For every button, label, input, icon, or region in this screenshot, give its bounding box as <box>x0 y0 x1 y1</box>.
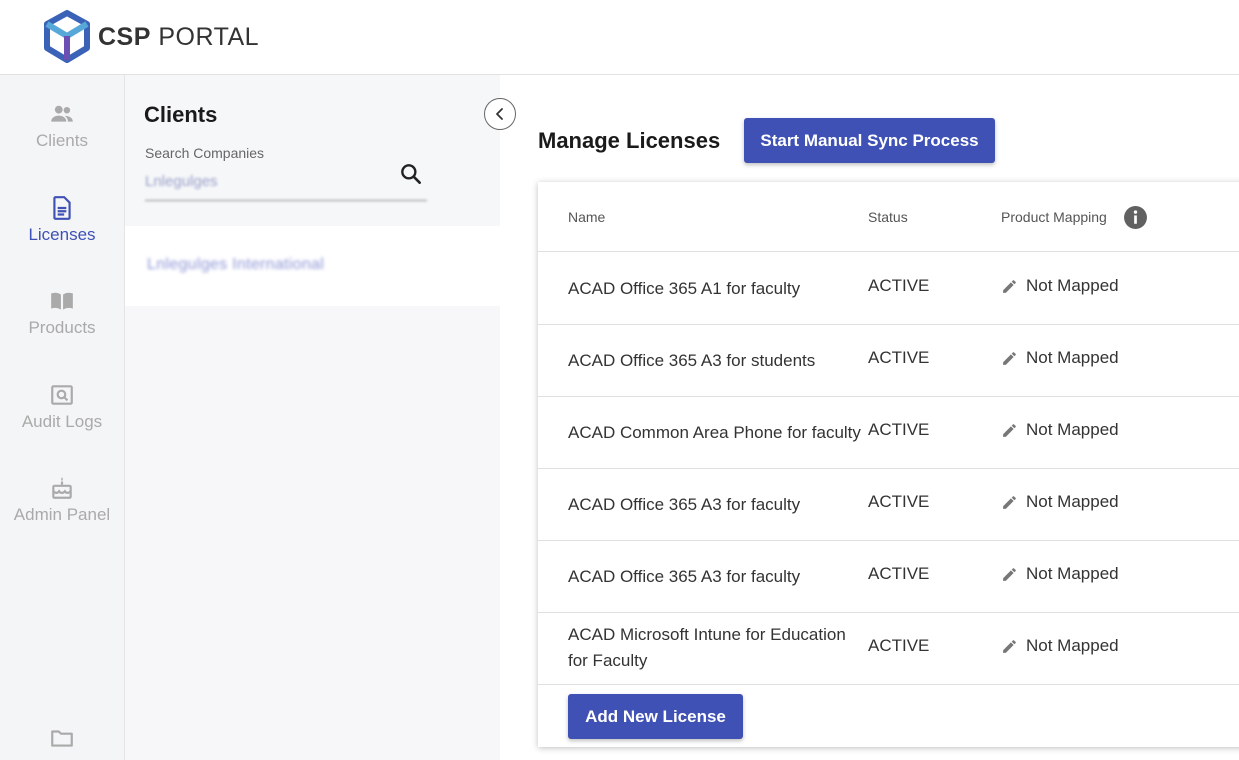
logo[interactable]: CSP PORTAL <box>42 10 259 64</box>
pencil-icon[interactable] <box>1001 422 1018 439</box>
nav-item-admin-panel[interactable]: Admin Panel <box>0 475 124 525</box>
top-bar: CSP PORTAL <box>0 0 1239 75</box>
license-name: ACAD Office 365 A3 for faculty <box>568 495 801 514</box>
clients-header: Clients Search Companies <box>125 75 500 225</box>
mapping-label: Not Mapped <box>1026 276 1119 295</box>
mapping-label: Not Mapped <box>1026 636 1119 655</box>
page-title: Manage Licenses <box>538 128 721 153</box>
license-status: ACTIVE <box>868 420 930 439</box>
table-header: Name Status Product Mapping <box>538 182 1239 252</box>
nav-label: Licenses <box>28 225 96 244</box>
mapping-label: Not Mapped <box>1026 420 1119 439</box>
column-name[interactable]: Name <box>568 209 605 225</box>
search-label: Search Companies <box>145 145 265 161</box>
nav-label: Products <box>28 318 96 337</box>
table-row[interactable]: ACAD Office 365 A3 for students ACTIVE N… <box>538 325 1239 397</box>
table-row[interactable]: ACAD Microsoft Intune for Education for … <box>538 613 1239 685</box>
license-name: ACAD Office 365 A3 for faculty <box>568 567 801 586</box>
start-sync-button[interactable]: Start Manual Sync Process <box>744 118 995 163</box>
table-row[interactable]: ACAD Office 365 A3 for faculty ACTIVE No… <box>538 469 1239 541</box>
nav-label: Admin Panel <box>13 505 111 524</box>
book-icon <box>51 292 73 310</box>
mapping-label: Not Mapped <box>1026 492 1119 511</box>
license-name: ACAD Microsoft Intune for Education for … <box>568 625 846 670</box>
search-input[interactable] <box>145 169 427 201</box>
pencil-icon[interactable] <box>1001 566 1018 583</box>
license-status: ACTIVE <box>868 564 930 583</box>
cake-icon <box>52 477 72 499</box>
table-row[interactable]: ACAD Common Area Phone for faculty ACTIV… <box>538 397 1239 469</box>
product-mapping[interactable]: Not Mapped <box>1001 492 1119 512</box>
brand-strong: CSP <box>98 22 151 51</box>
nav-item-folder[interactable] <box>0 725 124 755</box>
product-mapping[interactable]: Not Mapped <box>1001 564 1119 584</box>
pencil-icon[interactable] <box>1001 278 1018 295</box>
pencil-icon[interactable] <box>1001 350 1018 367</box>
client-name: Lnlegulges International <box>147 256 325 273</box>
column-product-mapping[interactable]: Product Mapping <box>1001 209 1107 225</box>
nav-item-products[interactable]: Products <box>0 288 124 338</box>
collapse-panel-button[interactable] <box>484 98 516 130</box>
license-name: ACAD Office 365 A3 for students <box>568 351 816 370</box>
add-license-button[interactable]: Add New License <box>568 694 743 739</box>
license-status: ACTIVE <box>868 492 930 511</box>
side-nav: Clients Licenses Products Audit Logs Adm… <box>0 75 125 760</box>
pencil-icon[interactable] <box>1001 494 1018 511</box>
info-icon[interactable] <box>1123 205 1148 230</box>
licenses-table: Name Status Product Mapping ACAD Office … <box>538 182 1239 747</box>
license-status: ACTIVE <box>868 636 930 655</box>
table-row[interactable]: ACAD Office 365 A3 for faculty ACTIVE No… <box>538 541 1239 613</box>
license-name: ACAD Office 365 A1 for faculty <box>568 279 801 298</box>
pencil-icon[interactable] <box>1001 638 1018 655</box>
nav-label: Clients <box>36 131 88 150</box>
nav-item-audit-logs[interactable]: Audit Logs <box>0 382 124 432</box>
client-list-item[interactable]: Lnlegulges International <box>125 226 500 306</box>
license-status: ACTIVE <box>868 276 930 295</box>
table-row[interactable]: ACAD Office 365 A1 for faculty ACTIVE No… <box>538 253 1239 325</box>
product-mapping[interactable]: Not Mapped <box>1001 420 1119 440</box>
product-mapping[interactable]: Not Mapped <box>1001 348 1119 368</box>
nav-item-licenses[interactable]: Licenses <box>0 195 124 245</box>
document-icon <box>53 196 71 220</box>
brand-name: CSP PORTAL <box>98 23 259 52</box>
audit-icon <box>51 385 73 405</box>
clients-title: Clients <box>144 102 218 127</box>
nav-item-clients[interactable]: Clients <box>0 101 124 151</box>
people-icon <box>51 105 73 122</box>
folder-icon <box>51 730 73 747</box>
mapping-label: Not Mapped <box>1026 348 1119 367</box>
column-status[interactable]: Status <box>868 209 908 225</box>
search-icon[interactable] <box>398 161 424 187</box>
brand-light: PORTAL <box>158 22 260 51</box>
license-status: ACTIVE <box>868 348 930 367</box>
product-mapping[interactable]: Not Mapped <box>1001 276 1119 296</box>
mapping-label: Not Mapped <box>1026 564 1119 583</box>
nav-label: Audit Logs <box>21 412 103 431</box>
chevron-left-icon <box>496 108 503 120</box>
cube-logo-icon <box>44 10 90 63</box>
product-mapping[interactable]: Not Mapped <box>1001 636 1119 656</box>
clients-panel: Clients Search Companies Lnlegulges Inte… <box>125 75 500 760</box>
license-name: ACAD Common Area Phone for faculty <box>568 423 861 442</box>
